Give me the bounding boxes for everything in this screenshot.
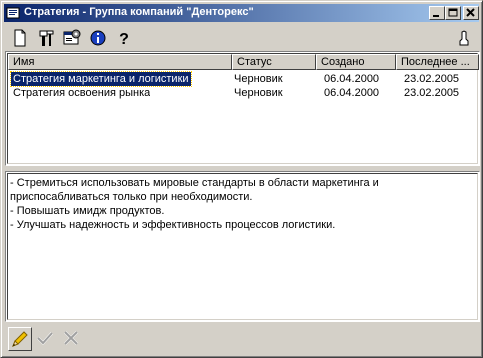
item-name: Стратегия освоения рынка <box>13 87 151 99</box>
description-line: - Повышать имидж продуктов. <box>10 205 165 217</box>
item-modified: 23.02.2005 <box>404 73 460 85</box>
title-bar[interactable]: Стратегия - Группа компаний "Денторекс" <box>4 4 479 22</box>
description-line: - Улучшать надежность и эффективность пр… <box>10 219 336 231</box>
minimize-icon <box>433 15 439 17</box>
column-header-name[interactable]: Имя <box>8 54 232 70</box>
checkmark-icon <box>36 331 54 346</box>
help-button[interactable]: ? <box>113 27 135 49</box>
apply-button[interactable] <box>34 327 58 351</box>
list-frame: Имя Статус Создано Последнее ... Стратег… <box>7 53 479 164</box>
list-item[interactable]: Стратегия маркетинга и логистики Чернови… <box>8 71 477 87</box>
new-document-button[interactable] <box>9 27 31 49</box>
item-status: Черновик <box>234 73 283 85</box>
item-modified: 23.02.2005 <box>404 87 460 99</box>
pencil-icon <box>12 331 28 347</box>
column-header-status[interactable]: Статус <box>232 54 316 70</box>
bottom-toolbar <box>5 327 480 353</box>
pointer-button[interactable] <box>453 27 475 49</box>
info-icon <box>90 30 106 46</box>
close-button[interactable] <box>463 6 479 20</box>
column-header-modified[interactable]: Последнее ... <box>396 54 479 70</box>
list-header: Имя Статус Создано Последнее ... <box>8 54 479 70</box>
help-glyph: ? <box>119 31 129 48</box>
list-item[interactable]: Стратегия освоения рынка Черновик 06.04.… <box>8 86 477 100</box>
info-button[interactable] <box>87 27 109 49</box>
tools-button[interactable] <box>35 27 57 49</box>
pointer-icon <box>459 30 469 46</box>
window: Стратегия - Группа компаний "Денторекс" <box>0 0 483 358</box>
properties-icon <box>63 29 81 45</box>
tools-icon <box>39 30 54 46</box>
properties-button[interactable] <box>61 27 83 49</box>
item-name: Стратегия маркетинга и логистики <box>10 71 192 87</box>
help-icon: ? <box>119 31 129 48</box>
column-header-created[interactable]: Создано <box>316 54 396 70</box>
toolbar: ? <box>5 25 479 49</box>
maximize-button[interactable] <box>445 6 461 20</box>
new-document-icon <box>14 29 26 47</box>
x-icon <box>63 330 79 346</box>
strategy-list[interactable]: Имя Статус Создано Последнее ... Стратег… <box>5 51 480 166</box>
description-frame: - Стремиться использовать мировые станда… <box>7 173 478 320</box>
window-title: Стратегия - Группа компаний "Денторекс" <box>24 6 254 18</box>
description-panel[interactable]: - Стремиться использовать мировые станда… <box>5 171 480 322</box>
edit-button[interactable] <box>8 327 32 351</box>
item-created: 06.04.2000 <box>324 73 380 85</box>
minimize-button[interactable] <box>429 6 445 20</box>
description-line: - Стремиться использовать мировые станда… <box>10 177 379 189</box>
cancel-button[interactable] <box>60 327 84 351</box>
app-icon <box>6 7 20 19</box>
close-icon <box>466 8 475 17</box>
item-status: Черновик <box>234 87 283 99</box>
maximize-icon <box>448 8 458 17</box>
item-created: 06.04.2000 <box>324 87 380 99</box>
description-line: приспосабливаться только при необходимос… <box>10 191 253 203</box>
